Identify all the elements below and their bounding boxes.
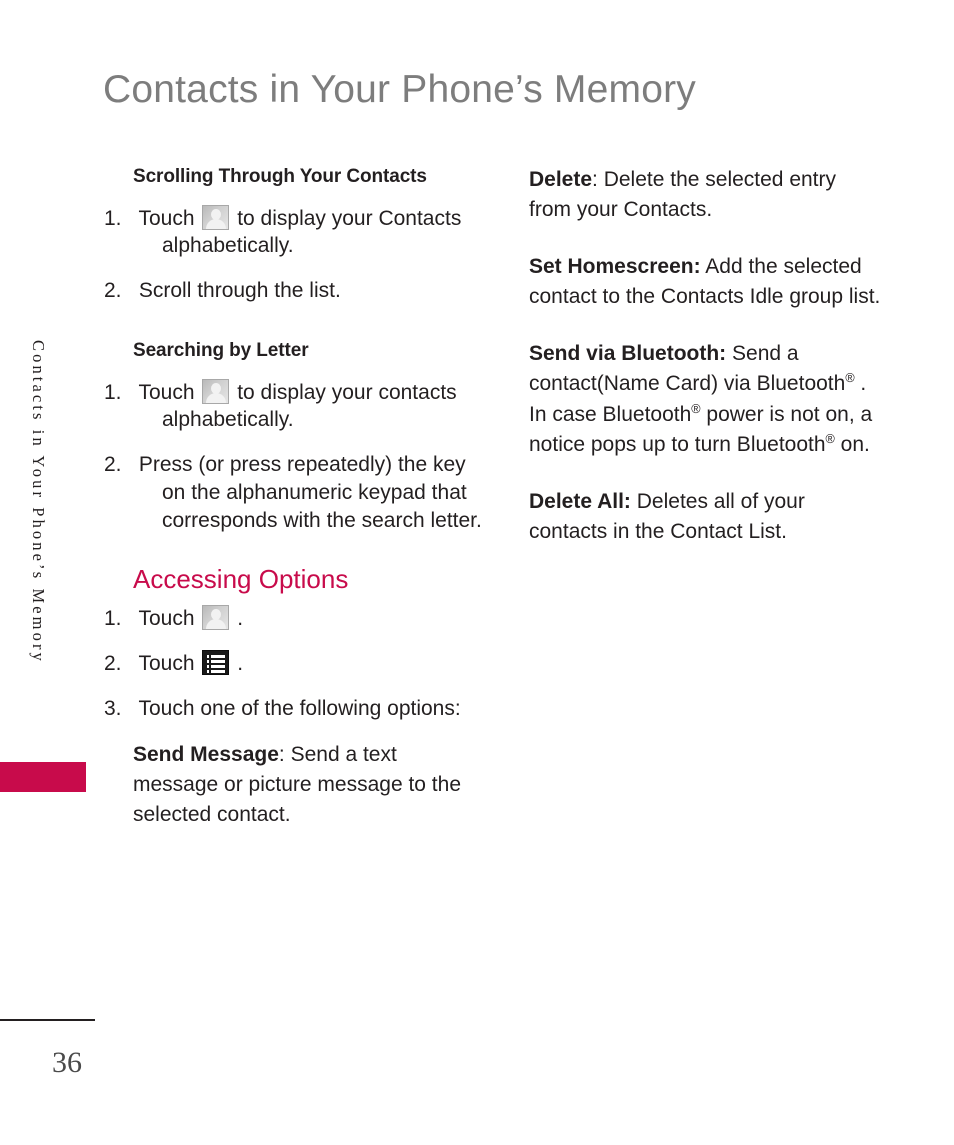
list-item: 1. Touch to display your Contacts alphab… — [104, 204, 462, 258]
option-description-part: on. — [834, 433, 870, 457]
list-item: 1. Touch . — [104, 605, 244, 631]
menu-icon-bar — [211, 660, 226, 663]
list-item: 2. Touch . — [104, 650, 244, 676]
right-text-column: Delete: Delete the selected entry from y… — [529, 165, 881, 547]
option-delete-all: Delete All: Deletes all of your contacts… — [529, 487, 881, 548]
option-send-message: Send Message: Send a text message or pic… — [133, 740, 485, 831]
section-heading-accessing-options: Accessing Options — [133, 564, 349, 595]
step-text-after: . — [237, 652, 244, 676]
step-text-before: Touch — [138, 380, 195, 404]
page-title: Contacts in Your Phone’s Memory — [103, 68, 696, 111]
contact-icon — [202, 204, 230, 230]
menu-icon-dot — [206, 660, 210, 663]
menu-icon-bar — [211, 670, 226, 673]
contact-icon-body — [206, 392, 227, 403]
list-item: 1. Touch to display your contacts alphab… — [104, 378, 457, 432]
registered-trademark-symbol: ® — [691, 401, 701, 416]
registered-trademark-symbol: ® — [825, 432, 835, 447]
menu-icon-bar — [211, 665, 226, 668]
option-term: Send via Bluetooth: — [529, 341, 727, 365]
list-item: 3. Touch one of the following options: — [104, 696, 461, 720]
contact-icon-body — [206, 619, 227, 630]
option-term: Delete — [529, 168, 593, 191]
left-text-column: Scrolling Through Your Contacts 1. Touch… — [104, 165, 485, 831]
option-set-homescreen: Set Homescreen: Add the selected contact… — [529, 252, 881, 313]
menu-icon — [202, 650, 230, 676]
menu-icon-dot — [206, 670, 210, 673]
option-term: Delete All: — [529, 489, 631, 513]
registered-trademark-symbol: ® — [845, 371, 855, 386]
chapter-tab-marker — [0, 762, 86, 792]
menu-icon-bar — [211, 655, 226, 658]
subheading-searching-by-letter: Searching by Letter — [133, 339, 309, 361]
step-text-before: Touch — [138, 652, 195, 676]
menu-icon-dot — [206, 665, 210, 668]
contact-icon-body — [206, 218, 227, 229]
subheading-scrolling-through-your-contacts: Scrolling Through Your Contacts — [133, 166, 427, 187]
contact-icon — [202, 605, 230, 631]
step-text: Scroll through the list. — [138, 279, 341, 303]
list-item: 2. Press (or press repeatedly) the key o… — [104, 453, 482, 532]
option-term: Set Homescreen: — [529, 254, 701, 278]
page-number: 36 — [52, 1046, 82, 1079]
step-text: Touch one of the following options: — [138, 696, 461, 720]
footer-divider — [0, 1019, 95, 1021]
list-item: 2. Scroll through the list. — [104, 279, 341, 303]
option-delete: Delete: Delete the selected entry from y… — [529, 165, 881, 226]
menu-icon-dot — [206, 655, 210, 658]
step-text-after: . — [237, 607, 244, 631]
side-running-head: Contacts in Your Phone’s Memory — [0, 340, 96, 770]
step-text-before: Touch — [138, 607, 195, 631]
contact-icon — [202, 378, 230, 404]
option-term: Send Message — [133, 742, 279, 766]
side-running-head-label: Contacts in Your Phone’s Memory — [29, 340, 48, 664]
contact-icon-head — [211, 382, 222, 394]
step-text: Press (or press repeatedly) the key on t… — [138, 453, 482, 532]
option-send-via-bluetooth: Send via Bluetooth: Send a contact(Name … — [529, 339, 881, 461]
step-text-before: Touch — [138, 206, 195, 230]
